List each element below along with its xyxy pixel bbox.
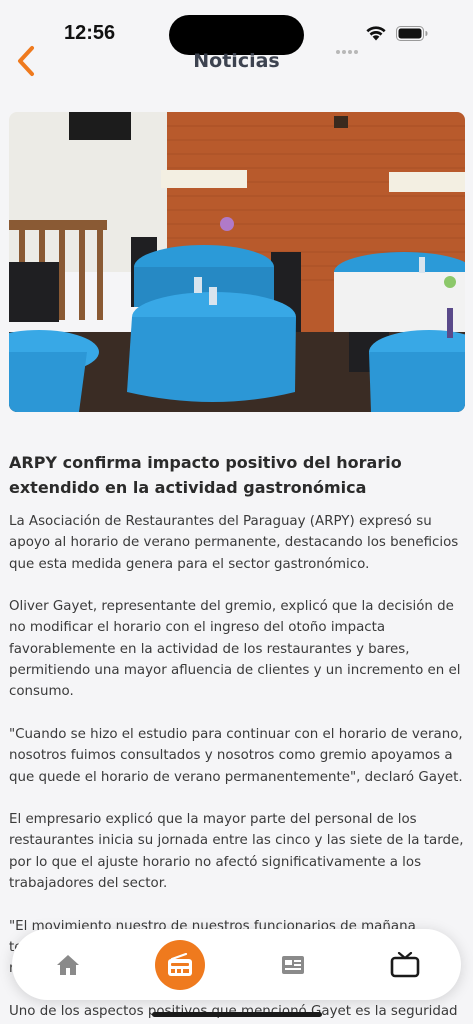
article-paragraph: El empresario explicó que la mayor parte… <box>9 812 464 892</box>
nav-home[interactable] <box>33 929 103 1000</box>
tv-icon <box>390 951 420 977</box>
nav-radio-active-bg <box>155 939 205 990</box>
home-indicator <box>152 1012 322 1017</box>
article-paragraph: Oliver Gayet, representante del gremio, … <box>9 599 461 700</box>
page-title: Noticias <box>193 50 280 72</box>
restaurant-photo <box>9 112 465 412</box>
article-paragraph: "Cuando se hizo el estudio para continua… <box>9 726 463 785</box>
bottom-nav <box>12 929 461 1000</box>
battery-icon <box>396 26 428 41</box>
article-image <box>9 112 465 412</box>
status-time: 12:56 <box>64 22 116 44</box>
article-paragraph: La Asociación de Restaurantes del Paragu… <box>9 514 459 572</box>
nav-news[interactable] <box>258 929 328 1000</box>
wifi-icon <box>366 26 386 41</box>
newspaper-icon <box>282 955 304 974</box>
signal-dots-icon <box>336 39 360 54</box>
nav-radio[interactable] <box>145 929 215 1000</box>
article-headline: ARPY confirma impacto positivo del horar… <box>9 453 402 497</box>
dynamic-island <box>169 15 304 55</box>
home-icon <box>57 954 79 975</box>
nav-tv[interactable] <box>370 929 440 1000</box>
radio-icon <box>168 952 192 976</box>
